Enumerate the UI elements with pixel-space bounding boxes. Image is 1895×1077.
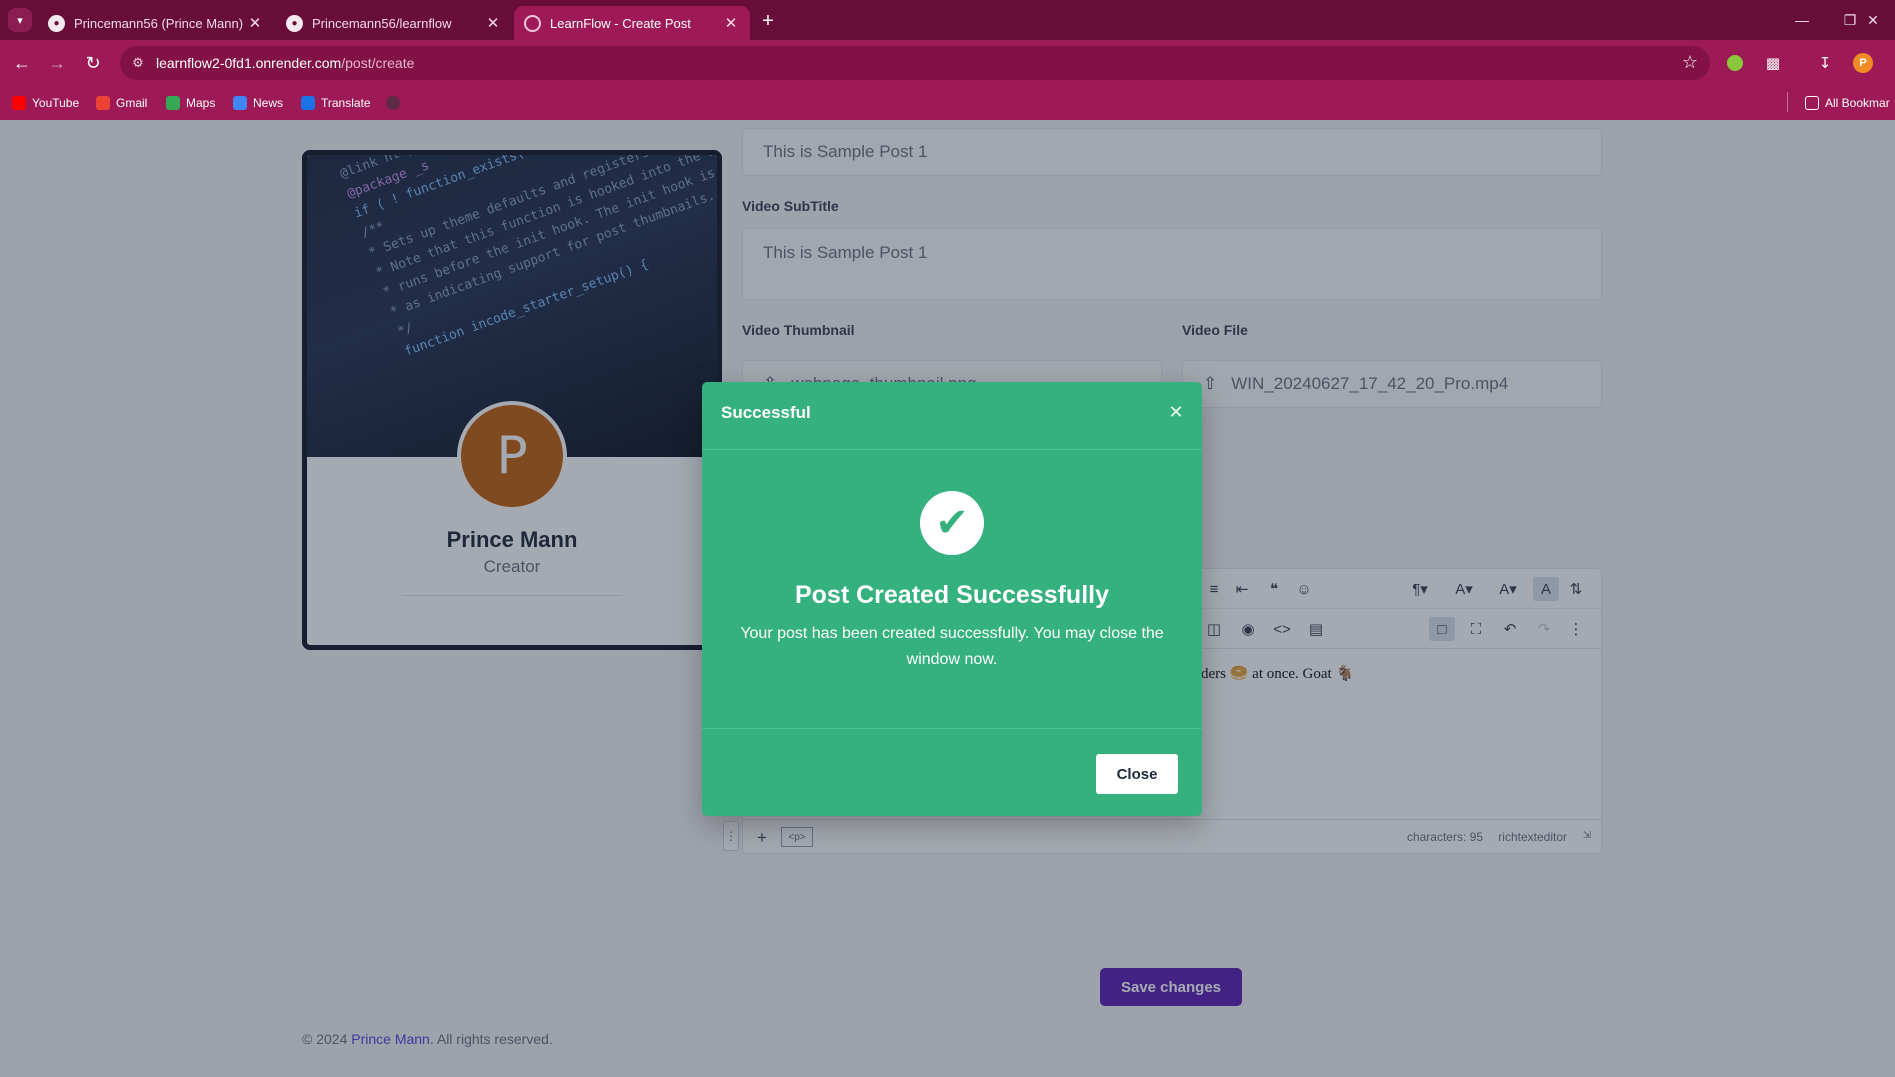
maps-icon	[166, 96, 180, 110]
bookmark-news[interactable]: News	[233, 94, 283, 112]
tab-learnflow-create-post[interactable]: LearnFlow - Create Post ✕	[514, 6, 750, 40]
tab-github-repo[interactable]: ● Princemann56/learnflow ✕	[276, 6, 512, 40]
bookmark-globe[interactable]	[386, 94, 406, 112]
close-icon[interactable]: ✕	[1166, 402, 1186, 422]
back-button[interactable]: ←	[8, 49, 36, 77]
new-tab-button[interactable]: +	[756, 9, 780, 33]
bookmarks-divider	[1787, 92, 1788, 112]
news-icon	[233, 96, 247, 110]
close-tab-icon[interactable]: ✕	[484, 14, 502, 32]
modal-divider	[702, 728, 1202, 729]
modal-heading: Post Created Successfully	[794, 581, 1109, 609]
tab-title: LearnFlow - Create Post	[550, 15, 691, 31]
site-info-icon[interactable]: ⚙	[120, 55, 156, 71]
tab-strip: ▾ ● Princemann56 (Prince Mann) ✕ ● Princ…	[0, 0, 1895, 40]
youtube-icon	[12, 96, 26, 110]
bookmark-maps[interactable]: Maps	[166, 94, 215, 112]
minimize-button[interactable]: —	[1780, 6, 1824, 34]
gmail-icon	[96, 96, 110, 110]
extension-icon[interactable]	[1724, 52, 1746, 74]
modal-message: Your post has been created successfully.…	[740, 625, 1164, 668]
bookmark-youtube[interactable]: YouTube	[12, 94, 79, 112]
address-bar[interactable]: ⚙ learnflow2-0fd1.onrender.com /post/cre…	[120, 46, 1710, 80]
modal-header: Successful ✕	[702, 382, 1202, 450]
bookmark-gmail[interactable]: Gmail	[96, 94, 147, 112]
url-host: learnflow2-0fd1.onrender.com	[156, 55, 342, 71]
all-bookmarks-button[interactable]: All Bookmar	[1805, 94, 1890, 112]
github-icon: ●	[286, 14, 303, 32]
folder-icon	[1805, 96, 1819, 110]
close-window-button[interactable]: ✕	[1851, 6, 1895, 34]
profile-avatar-button[interactable]: P	[1852, 52, 1874, 74]
bookmark-translate[interactable]: Translate	[301, 94, 371, 112]
modal-title: Successful	[721, 403, 811, 422]
extensions-puzzle-icon[interactable]: ▩	[1762, 52, 1784, 74]
github-icon: ●	[48, 14, 65, 32]
close-button[interactable]: Close	[1096, 754, 1178, 794]
page-content: @link https://developer.wordpress.org/ @…	[0, 120, 1895, 1077]
download-icon[interactable]: ↧	[1814, 52, 1836, 74]
check-circle-icon: ✔	[920, 491, 984, 555]
tab-github-profile[interactable]: ● Princemann56 (Prince Mann) ✕	[38, 6, 274, 40]
forward-button[interactable]: →	[43, 49, 71, 77]
tab-title: Princemann56/learnflow	[312, 15, 452, 31]
bookmarks-bar: YouTube Gmail Maps News Translate All Bo…	[0, 86, 1895, 120]
success-modal: Successful ✕ ✔ Post Created Successfully…	[702, 382, 1202, 816]
url-path: /post/create	[341, 55, 415, 71]
loading-icon	[524, 14, 541, 32]
close-tab-icon[interactable]: ✕	[722, 14, 740, 32]
browser-toolbar: ← → ↻ ⚙ learnflow2-0fd1.onrender.com /po…	[0, 40, 1895, 86]
tab-title: Princemann56 (Prince Mann)	[74, 15, 244, 31]
bookmark-star-icon[interactable]: ☆	[1682, 52, 1698, 73]
close-tab-icon[interactable]: ✕	[246, 14, 264, 32]
translate-icon	[301, 96, 315, 110]
reload-button[interactable]: ↻	[79, 49, 107, 77]
tab-search-button[interactable]: ▾	[8, 8, 32, 32]
globe-icon	[386, 96, 400, 110]
